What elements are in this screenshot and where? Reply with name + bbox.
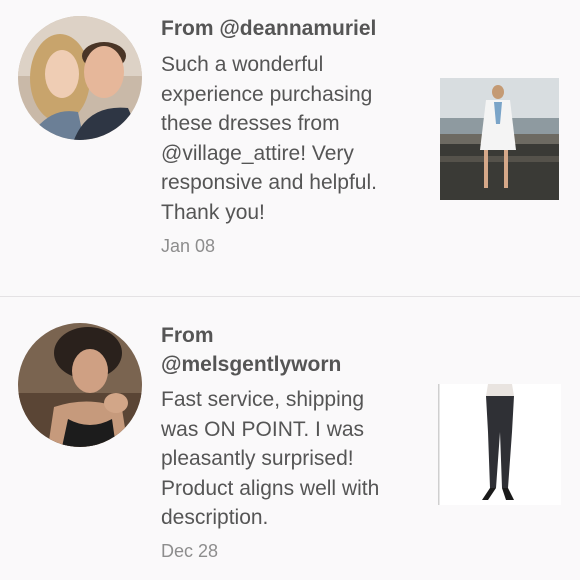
listing-thumbnail[interactable] — [438, 384, 561, 505]
review-text: Such a wonderful experience purchasing t… — [161, 53, 377, 224]
review-date: Jan 08 — [161, 236, 216, 256]
woman-selfie-photo-icon — [18, 323, 142, 447]
couple-photo-icon — [18, 16, 142, 140]
white-tunic-dress-photo-icon — [440, 78, 559, 200]
review-item: From @deannamuriel Such a wonderful expe… — [0, 0, 580, 296]
review-date: Dec 28 — [161, 541, 219, 561]
dark-jeans-photo-icon — [438, 384, 561, 505]
review-feed: From @deannamuriel Such a wonderful expe… — [0, 0, 580, 580]
review-item: From @melsgentlyworn Fast service, shipp… — [0, 297, 580, 580]
review-author: From @deannamuriel — [161, 17, 377, 40]
review-text: Fast service, shipping was ON POINT. I w… — [161, 388, 380, 529]
review-author: From @melsgentlyworn — [161, 324, 342, 376]
avatar[interactable] — [18, 16, 142, 140]
avatar[interactable] — [18, 323, 142, 447]
listing-thumbnail[interactable] — [440, 78, 559, 200]
